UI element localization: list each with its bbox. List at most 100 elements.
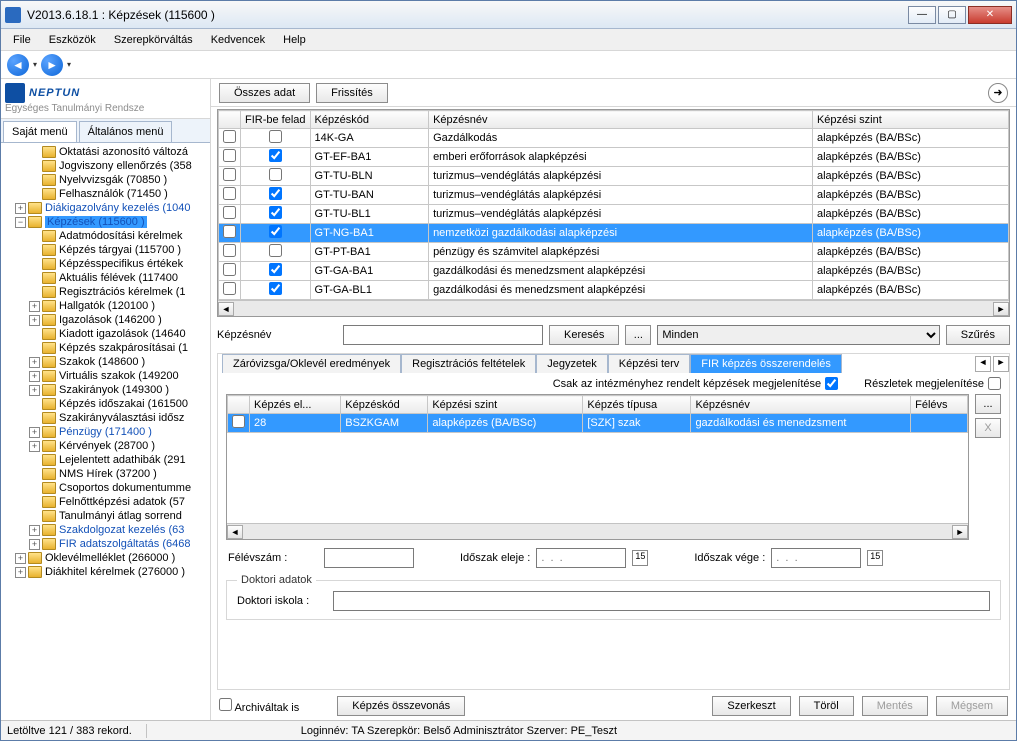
tree-item[interactable]: +Igazolások (146200 ) bbox=[1, 313, 210, 327]
tree-expander-icon[interactable] bbox=[29, 483, 40, 494]
tree-item[interactable]: +Oklevélmelléklet (266000 ) bbox=[1, 551, 210, 565]
tree-item[interactable]: −Képzések (115600 ) bbox=[1, 215, 210, 229]
assign-grid[interactable]: Képzés el...KépzéskódKépzési szintKépzés… bbox=[227, 395, 968, 433]
filter-button[interactable]: Szűrés bbox=[946, 325, 1010, 345]
tree-expander-icon[interactable]: + bbox=[29, 427, 40, 438]
tree-item[interactable]: Felnőttképzési adatok (57 bbox=[1, 495, 210, 509]
tree-item[interactable]: +Szakirányok (149300 ) bbox=[1, 383, 210, 397]
tree-expander-icon[interactable] bbox=[29, 469, 40, 480]
calendar-icon[interactable]: 15 bbox=[632, 550, 648, 566]
tree-expander-icon[interactable]: + bbox=[29, 315, 40, 326]
period-end-input[interactable] bbox=[771, 548, 861, 568]
tree-expander-icon[interactable]: + bbox=[29, 371, 40, 382]
tree-item[interactable]: +Szakdolgozat kezelés (63 bbox=[1, 523, 210, 537]
table-row[interactable]: GT-EF-BA1emberi erőforrások alapképzésia… bbox=[219, 148, 1009, 167]
column-header[interactable]: Képzés típusa bbox=[583, 396, 691, 414]
nav-forward-button[interactable]: ► bbox=[41, 54, 63, 76]
row-select-checkbox[interactable] bbox=[223, 149, 236, 162]
tree-item[interactable]: Nyelvvizsgák (70850 ) bbox=[1, 173, 210, 187]
tree-expander-icon[interactable] bbox=[29, 189, 40, 200]
nav-back-dropdown[interactable]: ▾ bbox=[33, 60, 37, 69]
tree-item[interactable]: Lejelentett adathibák (291 bbox=[1, 453, 210, 467]
row-select-checkbox[interactable] bbox=[223, 168, 236, 181]
delete-button[interactable]: Töröl bbox=[799, 696, 854, 716]
menu-role-switch[interactable]: Szerepkörváltás bbox=[106, 32, 201, 48]
row-select-checkbox[interactable] bbox=[232, 415, 245, 428]
tree-item[interactable]: Képzés szakpárosításai (1 bbox=[1, 341, 210, 355]
filter-dropdown[interactable]: Minden bbox=[657, 325, 939, 345]
scroll-right-icon[interactable]: ► bbox=[952, 525, 968, 539]
column-header[interactable]: Képzésnév bbox=[429, 111, 813, 129]
row-select-checkbox[interactable] bbox=[223, 130, 236, 143]
minimize-button[interactable]: — bbox=[908, 6, 936, 24]
tab-nav-icon[interactable]: ◄ bbox=[975, 356, 991, 372]
column-header[interactable]: Képzés el... bbox=[250, 396, 341, 414]
table-row[interactable]: GT-NG-BA1nemzetközi gazdálkodási alapkép… bbox=[219, 224, 1009, 243]
show-details-checkbox-input[interactable] bbox=[988, 377, 1001, 390]
column-header[interactable] bbox=[228, 396, 250, 414]
tree-view[interactable]: Oktatási azonosító változáJogviszony ell… bbox=[1, 143, 210, 720]
tree-expander-icon[interactable] bbox=[29, 161, 40, 172]
archived-checkbox-input[interactable] bbox=[219, 698, 232, 711]
nav-back-button[interactable]: ◄ bbox=[7, 54, 29, 76]
cancel-button[interactable]: Mégsem bbox=[936, 696, 1008, 716]
column-header[interactable]: Félévs bbox=[911, 396, 968, 414]
row-select-checkbox[interactable] bbox=[223, 263, 236, 276]
tree-item[interactable]: +Diákhitel kérelmek (276000 ) bbox=[1, 565, 210, 579]
menu-favorites[interactable]: Kedvencek bbox=[203, 32, 273, 48]
tree-expander-icon[interactable] bbox=[29, 175, 40, 186]
fir-checkbox[interactable] bbox=[269, 263, 282, 276]
assign-browse-button[interactable]: ... bbox=[975, 394, 1001, 414]
nav-forward-dropdown[interactable]: ▾ bbox=[67, 60, 71, 69]
tree-expander-icon[interactable] bbox=[29, 259, 40, 270]
browse-button[interactable]: ... bbox=[625, 325, 651, 345]
fir-checkbox[interactable] bbox=[269, 244, 282, 257]
tree-item[interactable]: Aktuális félévek (117400 bbox=[1, 271, 210, 285]
edit-button[interactable]: Szerkeszt bbox=[712, 696, 790, 716]
tree-item[interactable]: +Diákigazolvány kezelés (1040 bbox=[1, 201, 210, 215]
scroll-left-icon[interactable]: ◄ bbox=[227, 525, 243, 539]
fir-checkbox[interactable] bbox=[269, 225, 282, 238]
tree-expander-icon[interactable] bbox=[29, 413, 40, 424]
scroll-right-icon[interactable]: ► bbox=[993, 302, 1009, 316]
fir-checkbox[interactable] bbox=[269, 206, 282, 219]
tree-expander-icon[interactable]: + bbox=[29, 301, 40, 312]
tree-expander-icon[interactable]: + bbox=[29, 357, 40, 368]
tree-expander-icon[interactable]: + bbox=[15, 203, 26, 214]
tree-expander-icon[interactable] bbox=[29, 147, 40, 158]
table-row[interactable]: GT-TU-BLNturizmus–vendéglátás alapképzés… bbox=[219, 167, 1009, 186]
detail-tab[interactable]: FIR képzés összerendelés bbox=[690, 354, 842, 373]
table-row[interactable]: GT-GA-BA1gazdálkodási és menedzsment ala… bbox=[219, 262, 1009, 281]
tree-expander-icon[interactable] bbox=[29, 455, 40, 466]
refresh-button[interactable]: Frissítés bbox=[316, 83, 388, 103]
tree-expander-icon[interactable] bbox=[29, 245, 40, 256]
tree-item[interactable]: Felhasználók (71450 ) bbox=[1, 187, 210, 201]
row-select-checkbox[interactable] bbox=[223, 225, 236, 238]
main-grid-hscroll[interactable]: ◄ ► bbox=[218, 300, 1009, 316]
sidebar-tab-own-menu[interactable]: Saját menü bbox=[3, 121, 77, 142]
all-data-button[interactable]: Összes adat bbox=[219, 83, 310, 103]
row-select-checkbox[interactable] bbox=[223, 244, 236, 257]
column-header[interactable]: Képzéskód bbox=[341, 396, 428, 414]
table-row[interactable]: 14K-GAGazdálkodásalapképzés (BA/BSc) bbox=[219, 129, 1009, 148]
tree-expander-icon[interactable] bbox=[29, 511, 40, 522]
assign-grid-hscroll[interactable]: ◄ ► bbox=[227, 523, 968, 539]
tree-expander-icon[interactable] bbox=[29, 343, 40, 354]
detail-tab[interactable]: Képzési terv bbox=[608, 354, 691, 373]
tree-item[interactable]: Adatmódosítási kérelmek bbox=[1, 229, 210, 243]
tree-expander-icon[interactable] bbox=[29, 399, 40, 410]
tree-item[interactable]: Képzés tárgyai (115700 ) bbox=[1, 243, 210, 257]
tree-item[interactable]: Kiadott igazolások (14640 bbox=[1, 327, 210, 341]
tree-item[interactable]: Jogviszony ellenőrzés (358 bbox=[1, 159, 210, 173]
only-institution-checkbox-input[interactable] bbox=[825, 377, 838, 390]
column-header[interactable]: Képzési szint bbox=[812, 111, 1008, 129]
column-header[interactable]: Képzésnév bbox=[691, 396, 911, 414]
fir-checkbox[interactable] bbox=[269, 187, 282, 200]
tree-item[interactable]: NMS Hírek (37200 ) bbox=[1, 467, 210, 481]
tree-item[interactable]: Szakirányválasztási idősz bbox=[1, 411, 210, 425]
table-row[interactable]: 28BSZKGAMalapképzés (BA/BSc)[SZK] szakga… bbox=[228, 414, 968, 433]
search-input[interactable] bbox=[343, 325, 543, 345]
tree-item[interactable]: +Virtuális szakok (149200 bbox=[1, 369, 210, 383]
fir-checkbox[interactable] bbox=[269, 149, 282, 162]
tree-expander-icon[interactable]: − bbox=[15, 217, 26, 228]
